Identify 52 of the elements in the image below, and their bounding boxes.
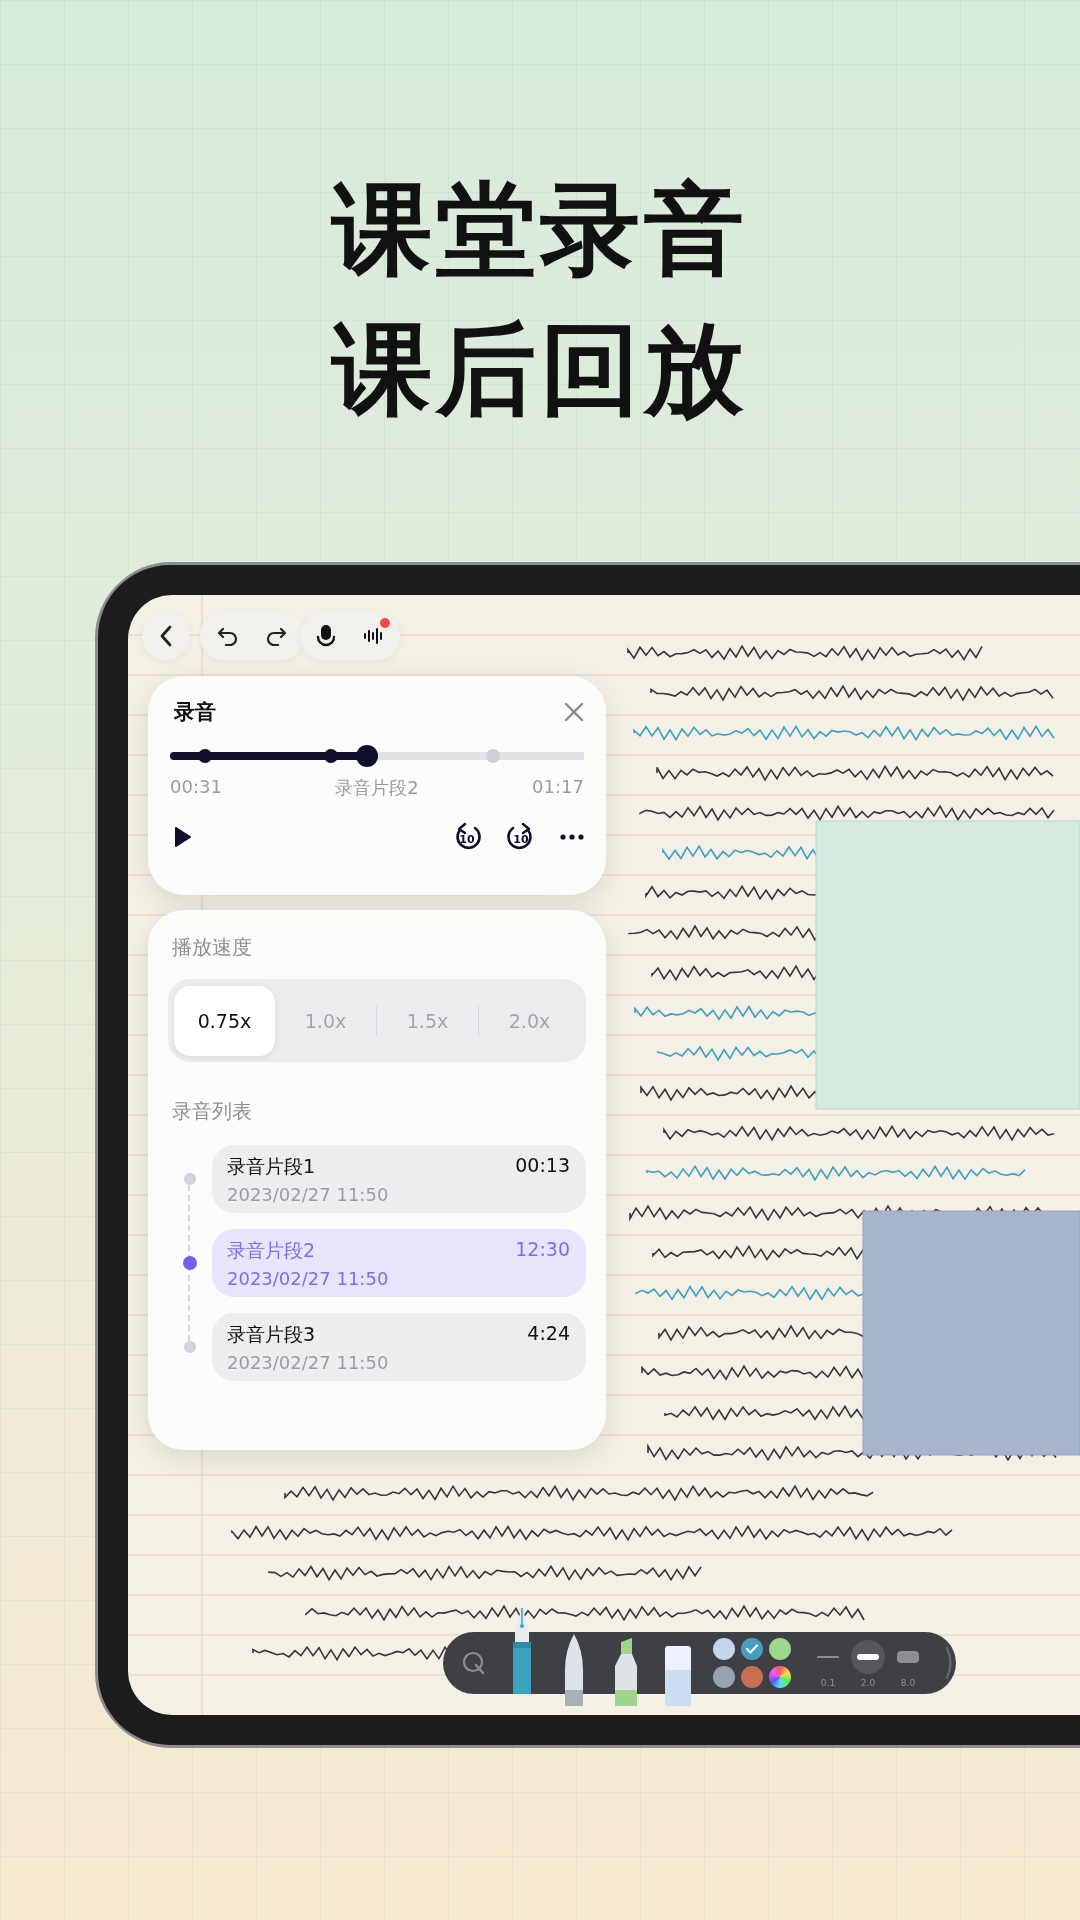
- stroke-width-option[interactable]: 0.1: [811, 1638, 845, 1688]
- color-swatch[interactable]: [713, 1638, 735, 1660]
- stroke-width-option[interactable]: 8.0: [891, 1638, 925, 1688]
- back-button[interactable]: [142, 612, 190, 660]
- recording-name: 录音片段3: [227, 1322, 316, 1347]
- speed-option[interactable]: 2.0x: [479, 985, 580, 1056]
- speed-option[interactable]: 1.0x: [275, 985, 376, 1056]
- speed-option[interactable]: 1.5x: [377, 985, 478, 1056]
- recording-item[interactable]: 录音片段1 00:13 2023/02/27 11:50: [212, 1145, 586, 1213]
- color-swatch[interactable]: [713, 1666, 735, 1688]
- skip-back-button[interactable]: 10: [452, 822, 482, 852]
- section-title: 录音列表: [171, 1098, 253, 1125]
- collapse-handle-icon[interactable]: [945, 1646, 955, 1680]
- progress-thumb[interactable]: [355, 745, 378, 767]
- play-button[interactable]: [174, 826, 192, 848]
- headline: 课堂录音: [329, 170, 749, 290]
- waveform-icon: [363, 628, 385, 644]
- close-icon: [564, 702, 584, 722]
- elapsed-time: 00:31: [170, 776, 222, 799]
- recording-dot: [380, 618, 390, 628]
- headline: 课后回放: [329, 310, 749, 430]
- color-swatch[interactable]: [741, 1666, 763, 1688]
- checkmark-icon: [746, 1644, 758, 1654]
- color-swatch[interactable]: [769, 1638, 791, 1660]
- recording-name: 录音片段2: [227, 1238, 316, 1263]
- more-button[interactable]: [560, 834, 584, 840]
- recording-duration: 12:30: [515, 1238, 570, 1262]
- close-button[interactable]: [564, 702, 584, 722]
- recording-date: 2023/02/27 11:50: [227, 1184, 390, 1205]
- speed-option[interactable]: 0.75x: [174, 985, 275, 1056]
- panel-title: 录音: [174, 699, 216, 726]
- redo-icon: [265, 626, 287, 646]
- recording-date: 2023/02/27 11:50: [227, 1352, 390, 1373]
- recording-date: 2023/02/27 11:50: [227, 1268, 390, 1289]
- section-title: 播放速度: [171, 934, 253, 961]
- recording-duration: 4:24: [527, 1322, 570, 1346]
- microphone-icon: [316, 624, 336, 648]
- recording-name: 录音片段1: [227, 1154, 316, 1179]
- undo-icon: [217, 626, 239, 646]
- segment-name: 录音片段2: [335, 776, 419, 800]
- color-swatch[interactable]: [741, 1638, 763, 1660]
- color-wheel-button[interactable]: [769, 1666, 791, 1688]
- recording-item[interactable]: 录音片段2 12:30 2023/02/27 11:50: [212, 1229, 586, 1297]
- recording-duration: 00:13: [515, 1154, 570, 1178]
- lasso-icon[interactable]: [461, 1650, 487, 1676]
- recording-item[interactable]: 录音片段3 4:24 2023/02/27 11:50: [212, 1313, 586, 1381]
- skip-forward-button[interactable]: 10: [506, 822, 536, 852]
- back-icon: [159, 625, 173, 647]
- segment-marker: [485, 749, 500, 763]
- total-time: 01:17: [532, 776, 584, 799]
- play-icon: [174, 826, 192, 848]
- more-icon: [560, 834, 584, 840]
